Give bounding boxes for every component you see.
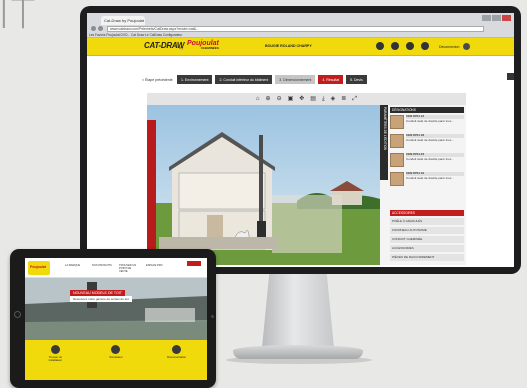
product-desc: Conduit isolé de double paroi inox...	[406, 156, 454, 161]
product-desc: Conduit isolé de double paroi inox...	[406, 118, 454, 123]
list-item[interactable]: POÊLE À GRANULÉS	[390, 218, 464, 225]
product-item[interactable]: CEN 8704 23 Conduit isolé de double paroi…	[390, 152, 464, 170]
user-icon[interactable]	[421, 42, 429, 50]
close-icon[interactable]	[502, 15, 511, 21]
step-sizing[interactable]: 3. Dimensionnement	[275, 75, 316, 84]
step-conduit[interactable]: 2. Conduit intérieur du bâtiment	[215, 75, 273, 84]
feature-label: Simulateur	[109, 355, 123, 359]
product-thumbnail	[390, 115, 404, 129]
feature-simulator[interactable]: Simulateur	[104, 345, 128, 380]
tablet-nav-item[interactable]: ESPACE PRO	[146, 264, 166, 273]
help-icon[interactable]	[406, 42, 414, 50]
monitor-screen: Cat-Draw by Poujoulat www.catdraw.com/Pe…	[87, 13, 514, 267]
browser-tab[interactable]: Cat-Draw by Poujoulat	[101, 16, 145, 25]
feature-installer[interactable]: Trouver un installateur	[43, 345, 67, 380]
accessories-header: ACCESSOIRES	[390, 210, 464, 216]
header-user: BOUGIE ROLAND CHARPY	[265, 44, 312, 48]
print-icon[interactable]: ▤	[310, 96, 316, 102]
hero-heading: IT	[0, 0, 37, 38]
download-icon[interactable]: ⤓	[322, 96, 325, 102]
house-render[interactable]	[147, 105, 380, 265]
window-controls	[482, 15, 511, 21]
viewer-toolbar: ⌂ ⊕ ⊖ ▣ ✥ ▤ ⤓ ◈ ≣ ⤢	[147, 93, 466, 105]
app-header: CAT-DRAW by Poujoulat CHEMINÉES BOUGIE R…	[87, 38, 514, 56]
zoom-out-icon[interactable]: ⊖	[277, 96, 282, 102]
home-icon[interactable]: ⌂	[256, 96, 260, 102]
power-icon[interactable]	[463, 43, 470, 50]
tablet-logo[interactable]: Poujoulat	[28, 261, 50, 275]
tablet-site-header: Poujoulat LA MARQUE NOS PRODUITS TROUVER…	[25, 258, 207, 278]
tablet-screen: Poujoulat LA MARQUE NOS PRODUITS TROUVER…	[25, 258, 207, 380]
product-item[interactable]: CEN 8704 18 Conduit isolé de double paroi…	[390, 133, 464, 151]
product-item[interactable]: CEN 8704 13 Conduit isolé de double paroi…	[390, 114, 464, 132]
step-bar: < Étape précédente 1. Environnement 2. C…	[142, 75, 367, 84]
panel-toggle-icon[interactable]	[507, 73, 514, 80]
settings-icon[interactable]	[391, 42, 399, 50]
document-icon	[172, 345, 182, 354]
product-item[interactable]: CEN 8704 19 Conduit isolé de double paroi…	[390, 171, 464, 189]
step-environment[interactable]: 1. Environnement	[177, 75, 213, 84]
tablet-nav-item[interactable]: NOS PRODUITS	[92, 264, 112, 273]
hero-subcaption: Découvrez notre gamme de sorties de toit	[70, 296, 132, 302]
list-item[interactable]: PIÈCES DE RACCORDEMENT	[390, 254, 464, 261]
product-list-header: DÉSIGNATIONS	[390, 107, 464, 113]
side-panel: PARAMÈTRES DE L'ÉDITION DÉSIGNATIONS CEN…	[380, 105, 466, 265]
zoom-in-icon[interactable]: ⊕	[266, 96, 271, 102]
product-list: DÉSIGNATIONS CEN 8704 13 Conduit isolé de…	[390, 107, 464, 191]
previous-step-link[interactable]: < Étape précédente	[142, 78, 174, 82]
3d-viewer: ⌂ ⊕ ⊖ ▣ ✥ ▤ ⤓ ◈ ≣ ⤢ PARAMÈTRES DE L'ÉDIT…	[147, 93, 466, 265]
maximize-icon[interactable]	[492, 15, 501, 21]
accessories-list: ACCESSOIRES POÊLE À GRANULÉS FOURNEAU AU…	[390, 210, 464, 263]
tablet-nav: LA MARQUE NOS PRODUITS TROUVER UN POINT …	[65, 264, 166, 273]
tablet-logo-text: Poujoulat	[30, 265, 46, 269]
step-result[interactable]: 4. Résultat	[318, 75, 344, 84]
menu-icon[interactable]	[376, 42, 384, 50]
address-bar[interactable]: www.catdraw.com/Pelemets/CatDraw.aspx?mo…	[107, 26, 484, 32]
fullscreen-icon[interactable]: ⤢	[352, 96, 357, 102]
tablet-hero-banner[interactable]: NOUVEAU MODELE DE TOIT Découvrez notre g…	[25, 278, 207, 340]
tablet-nav-item[interactable]: LA MARQUE	[65, 264, 85, 273]
house-cutaway-illustration	[147, 105, 380, 265]
tablet-nav-item[interactable]: TROUVER UN POINT DE VENTE	[119, 264, 139, 273]
hero-photo	[25, 278, 207, 340]
minimize-icon[interactable]	[482, 15, 491, 21]
browser-chrome: Cat-Draw by Poujoulat www.catdraw.com/Pe…	[87, 13, 514, 38]
logo-by: by	[179, 45, 184, 50]
logout-link[interactable]: Déconnexion	[439, 45, 459, 49]
product-thumbnail	[390, 172, 404, 186]
fit-icon[interactable]: ▣	[288, 96, 294, 102]
step-quote[interactable]: 5. Devis	[346, 75, 367, 84]
location-icon	[50, 345, 60, 354]
tablet-cta-button[interactable]	[187, 261, 201, 266]
feature-label: Trouver un installateur	[48, 355, 63, 362]
camera-icon	[211, 315, 214, 318]
home-button-icon[interactable]	[14, 311, 21, 318]
move-icon[interactable]: ✥	[299, 96, 304, 102]
calculator-icon	[111, 345, 121, 354]
partner-sub: CHEMINÉES	[201, 46, 219, 50]
list-item[interactable]: FOURNEAU AUTONOME	[390, 227, 464, 234]
layers-icon[interactable]: ≣	[341, 96, 346, 102]
3d-icon[interactable]: ◈	[331, 96, 336, 102]
tablet-device: Poujoulat LA MARQUE NOS PRODUITS TROUVER…	[10, 249, 216, 388]
header-icons	[376, 42, 429, 50]
side-tab[interactable]: PARAMÈTRES DE L'ÉDITION	[380, 105, 388, 180]
poujoulat-logo[interactable]: Poujoulat CHEMINÉES	[187, 40, 219, 50]
product-thumbnail	[390, 153, 404, 167]
tablet-feature-strip: Trouver un installateur Simulateur Docum…	[25, 340, 207, 380]
feature-docs[interactable]: Documentation	[165, 345, 189, 380]
desktop-monitor: Cat-Draw by Poujoulat www.catdraw.com/Pe…	[80, 6, 521, 274]
forward-icon[interactable]	[98, 26, 103, 31]
list-item[interactable]: CONDUIT CHEMINÉE	[390, 236, 464, 243]
feature-label: Documentation	[167, 355, 187, 359]
product-desc: Conduit isolé de double paroi inox...	[406, 175, 454, 180]
monitor-stand	[262, 274, 334, 348]
back-icon[interactable]	[91, 26, 96, 31]
side-tab-label: PARAMÈTRES DE L'ÉDITION	[383, 107, 387, 151]
monitor-base	[233, 345, 363, 359]
list-item[interactable]: ACCESSOIRES	[390, 245, 464, 252]
product-thumbnail	[390, 134, 404, 148]
product-desc: Conduit isolé de double paroi inox...	[406, 137, 454, 142]
